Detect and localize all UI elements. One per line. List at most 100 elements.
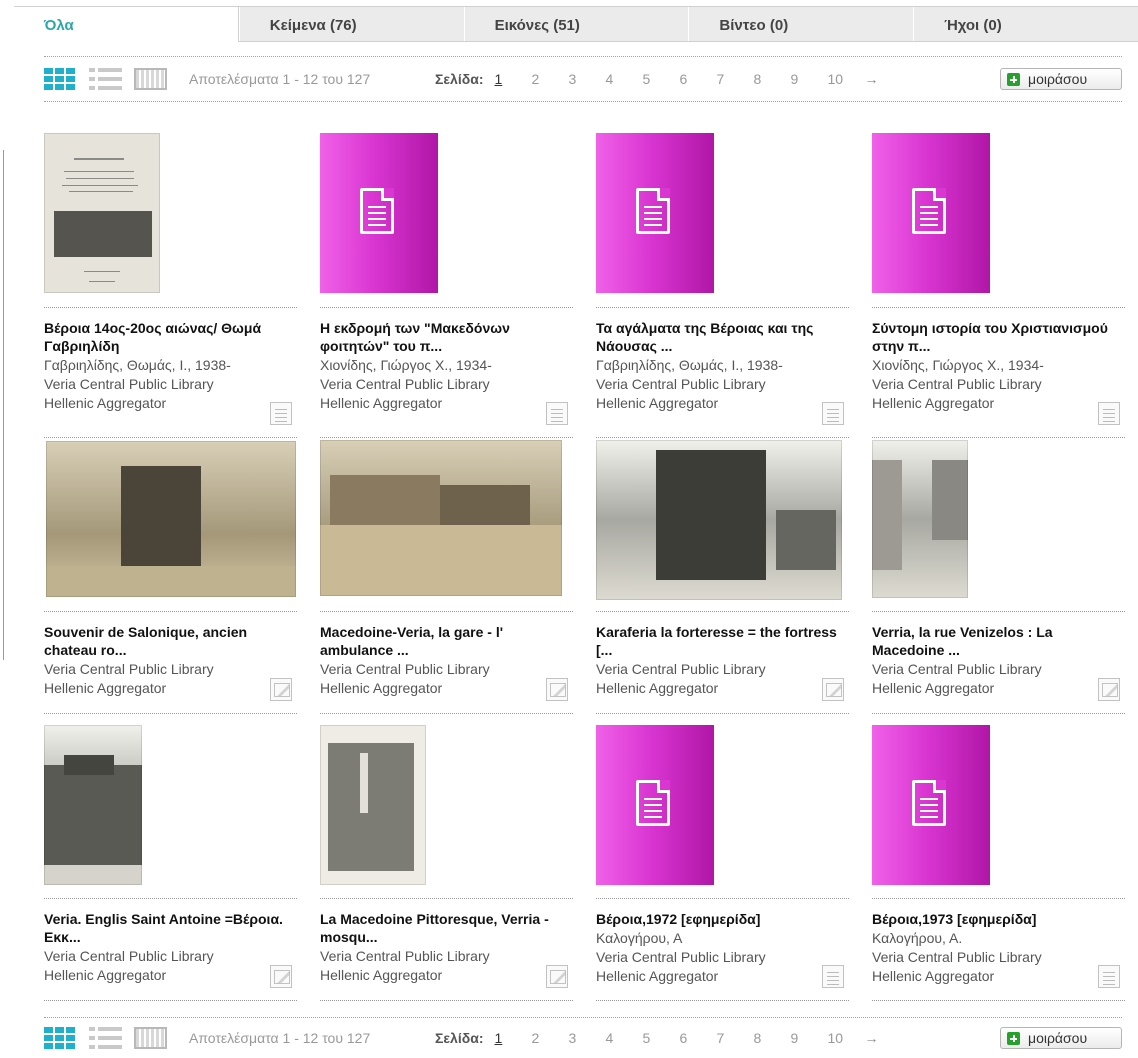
item-title[interactable]: La Macedoine Pittoresque, Verria - mosqu… xyxy=(320,910,570,946)
result-card[interactable]: Τα αγάλματα της Βέροιας και της Νάουσας … xyxy=(596,307,849,438)
document-icon xyxy=(636,188,670,234)
item-title[interactable]: Τα αγάλματα της Βέροιας και της Νάουσας … xyxy=(596,319,846,355)
document-thumbnail[interactable] xyxy=(44,133,160,293)
document-thumbnail[interactable] xyxy=(872,133,990,293)
page-link[interactable]: 10 xyxy=(827,71,864,87)
item-title[interactable]: Βέροια 14ος-20ος αιώνας/ Θωμά Γαβριηλίδη xyxy=(44,319,294,355)
item-aggregator: Hellenic Aggregator xyxy=(596,395,719,411)
result-card[interactable]: Karaferia la forteresse = the fortress [… xyxy=(596,611,849,714)
item-title[interactable]: Βέροια,1972 [εφημερίδα] xyxy=(596,910,846,928)
item-aggregator: Hellenic Aggregator xyxy=(320,395,443,411)
result-card[interactable]: Macedoine-Veria, la gare - l' ambulance … xyxy=(320,611,573,714)
page-link[interactable]: 1 xyxy=(494,71,531,87)
tab-videos[interactable]: Βίντεο (0) xyxy=(688,7,913,41)
item-title[interactable]: Veria. Englis Saint Antoine =Βέροια. Εκκ… xyxy=(44,910,294,946)
document-icon xyxy=(270,402,292,425)
results-count: Αποτελέσματα 1 - 12 του 127 xyxy=(189,1030,371,1046)
page-link[interactable]: 3 xyxy=(568,71,605,87)
item-title[interactable]: Η εκδρομή των "Μακεδόνων φοιτητών" του π… xyxy=(320,319,570,355)
item-title[interactable]: Macedoine-Veria, la gare - l' ambulance … xyxy=(320,623,570,659)
page-label: Σελίδα: xyxy=(435,1030,484,1046)
document-icon xyxy=(912,780,946,826)
page-link[interactable]: 6 xyxy=(679,71,716,87)
result-card[interactable]: Βέροια 14ος-20ος αιώνας/ Θωμά Γαβριηλίδη… xyxy=(44,307,297,438)
tab-sounds[interactable]: Ήχοι (0) xyxy=(913,7,1138,41)
document-thumbnail[interactable] xyxy=(872,725,990,885)
item-title[interactable]: Verria, la rue Venizelos : La Macedoine … xyxy=(872,623,1122,659)
list-view-icon[interactable] xyxy=(89,1027,122,1049)
item-library: Veria Central Public Library xyxy=(320,376,490,392)
document-thumbnail[interactable] xyxy=(320,133,438,293)
result-card[interactable]: Βέροια,1973 [εφημερίδα] Καλογήρου, Α. Ve… xyxy=(872,898,1125,1001)
page-link[interactable]: 5 xyxy=(642,1030,679,1046)
result-card[interactable]: Η εκδρομή των "Μακεδόνων φοιτητών" του π… xyxy=(320,307,573,438)
next-page-arrow-icon[interactable]: → xyxy=(864,1030,878,1046)
item-aggregator: Hellenic Aggregator xyxy=(872,680,995,696)
item-author: Καλογήρου, Α. xyxy=(872,930,963,946)
share-button[interactable]: μοιράσου xyxy=(1000,68,1122,90)
document-thumbnail[interactable] xyxy=(596,133,714,293)
page-link[interactable]: 9 xyxy=(790,71,827,87)
grid-view-icon[interactable] xyxy=(44,68,77,90)
page-link[interactable]: 3 xyxy=(568,1030,605,1046)
result-card[interactable]: La Macedoine Pittoresque, Verria - mosqu… xyxy=(320,898,573,1001)
results-count: Αποτελέσματα 1 - 12 του 127 xyxy=(189,71,371,87)
tab-all[interactable]: Όλα xyxy=(14,7,239,42)
page-link[interactable]: 10 xyxy=(827,1030,864,1046)
page-link[interactable]: 7 xyxy=(716,71,753,87)
item-library: Veria Central Public Library xyxy=(596,949,766,965)
page-link[interactable]: 8 xyxy=(753,1030,790,1046)
result-card[interactable]: Σύντομη ιστορία του Χριστιανισμού στην π… xyxy=(872,307,1125,438)
item-library: Veria Central Public Library xyxy=(872,949,1042,965)
item-library: Veria Central Public Library xyxy=(44,376,214,392)
document-icon xyxy=(1098,402,1120,425)
item-author: Χιονίδης, Γιώργος Χ., 1934- xyxy=(872,357,1044,373)
page-link[interactable]: 1 xyxy=(494,1030,531,1046)
document-icon xyxy=(822,965,844,988)
page-link[interactable]: 5 xyxy=(642,71,679,87)
item-library: Veria Central Public Library xyxy=(44,948,214,964)
image-thumbnail[interactable] xyxy=(320,440,562,596)
image-thumbnail[interactable] xyxy=(320,725,426,885)
image-icon xyxy=(822,678,844,701)
item-aggregator: Hellenic Aggregator xyxy=(872,968,995,984)
item-title[interactable]: Karaferia la forteresse = the fortress [… xyxy=(596,623,846,659)
next-page-arrow-icon[interactable]: → xyxy=(864,71,878,87)
tab-texts[interactable]: Κείμενα (76) xyxy=(238,7,464,41)
filmstrip-view-icon[interactable] xyxy=(134,1027,167,1049)
item-library: Veria Central Public Library xyxy=(44,661,214,677)
image-icon xyxy=(546,678,568,701)
page-link[interactable]: 8 xyxy=(753,71,790,87)
result-card[interactable]: Souvenir de Salonique, ancien chateau ro… xyxy=(44,611,297,714)
page-link[interactable]: 4 xyxy=(605,1030,642,1046)
top-toolbar: Αποτελέσματα 1 - 12 του 127 Σελίδα: 1 2 … xyxy=(44,56,1122,102)
page-link[interactable]: 2 xyxy=(531,1030,568,1046)
item-title[interactable]: Souvenir de Salonique, ancien chateau ro… xyxy=(44,623,294,659)
filmstrip-view-icon[interactable] xyxy=(134,68,167,90)
item-title[interactable]: Βέροια,1973 [εφημερίδα] xyxy=(872,910,1122,928)
result-card[interactable]: Verria, la rue Venizelos : La Macedoine … xyxy=(872,611,1125,714)
grid-view-icon[interactable] xyxy=(44,1027,77,1049)
page-link[interactable]: 4 xyxy=(605,71,642,87)
item-author: Καλογήρου, Α xyxy=(596,930,683,946)
document-icon xyxy=(912,188,946,234)
image-thumbnail[interactable] xyxy=(596,440,842,600)
page-link[interactable]: 9 xyxy=(790,1030,827,1046)
document-thumbnail[interactable] xyxy=(596,725,714,885)
image-thumbnail[interactable] xyxy=(44,725,142,885)
item-title[interactable]: Σύντομη ιστορία του Χριστιανισμού στην π… xyxy=(872,319,1122,355)
page-link[interactable]: 2 xyxy=(531,71,568,87)
item-aggregator: Hellenic Aggregator xyxy=(320,680,443,696)
share-button[interactable]: μοιράσου xyxy=(1000,1027,1122,1049)
result-card[interactable]: Βέροια,1972 [εφημερίδα] Καλογήρου, Α Ver… xyxy=(596,898,849,1001)
page-link[interactable]: 7 xyxy=(716,1030,753,1046)
image-thumbnail[interactable] xyxy=(46,441,296,597)
image-thumbnail[interactable] xyxy=(872,440,968,598)
image-icon xyxy=(1098,678,1120,701)
tab-images[interactable]: Εικόνες (51) xyxy=(463,7,689,41)
result-card[interactable]: Veria. Englis Saint Antoine =Βέροια. Εκκ… xyxy=(44,898,297,1001)
list-view-icon[interactable] xyxy=(89,68,122,90)
page-link[interactable]: 6 xyxy=(679,1030,716,1046)
document-icon xyxy=(1098,965,1120,988)
item-library: Veria Central Public Library xyxy=(320,661,490,677)
